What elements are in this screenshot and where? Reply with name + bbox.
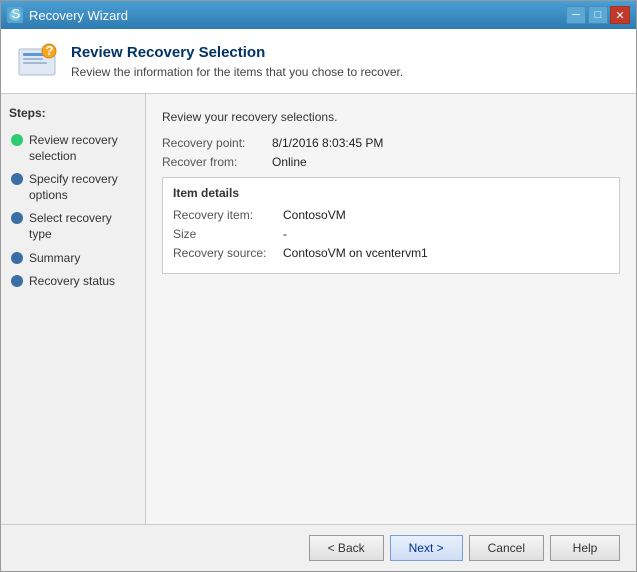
close-button[interactable]: ✕ bbox=[610, 6, 630, 24]
title-bar-left: S Recovery Wizard bbox=[7, 7, 128, 23]
wizard-header: ? Review Recovery Selection Review the i… bbox=[1, 29, 636, 94]
review-intro: Review your recovery selections. bbox=[162, 110, 620, 124]
step-review-recovery: Review recovery selection bbox=[9, 130, 137, 167]
header-icon: ? bbox=[17, 41, 57, 81]
step-label-status: Recovery status bbox=[29, 274, 115, 290]
header-subtitle: Review the information for the items tha… bbox=[71, 65, 403, 79]
app-icon: S bbox=[7, 7, 23, 23]
item-details-heading: Item details bbox=[173, 186, 609, 200]
title-bar: S Recovery Wizard ─ □ ✕ bbox=[1, 1, 636, 29]
step-label-specify: Specify recovery options bbox=[29, 172, 135, 203]
wizard-content: Steps: Review recovery selection Specify… bbox=[1, 94, 636, 524]
step-select-type: Select recovery type bbox=[9, 208, 137, 245]
recovery-item-value: ContosoVM bbox=[283, 208, 346, 222]
header-title: Review Recovery Selection bbox=[71, 44, 403, 61]
step-label-review: Review recovery selection bbox=[29, 133, 135, 164]
maximize-button[interactable]: □ bbox=[588, 6, 608, 24]
next-button[interactable]: Next > bbox=[390, 535, 463, 561]
recovery-source-value: ContosoVM on vcentervm1 bbox=[283, 246, 428, 260]
recovery-source-label: Recovery source: bbox=[173, 246, 283, 260]
help-button[interactable]: Help bbox=[550, 535, 620, 561]
step-label-type: Select recovery type bbox=[29, 211, 135, 242]
size-value: - bbox=[283, 227, 287, 241]
step-summary: Summary bbox=[9, 248, 137, 270]
recovery-wizard-window: S Recovery Wizard ─ □ ✕ ? Review Recover… bbox=[0, 0, 637, 572]
recover-from-value: Online bbox=[272, 155, 307, 169]
recovery-source-row: Recovery source: ContosoVM on vcentervm1 bbox=[173, 246, 609, 260]
step-dot-inactive-3 bbox=[11, 252, 23, 264]
recovery-item-label: Recovery item: bbox=[173, 208, 283, 222]
recover-from-label: Recover from: bbox=[162, 155, 272, 169]
recovery-point-value: 8/1/2016 8:03:45 PM bbox=[272, 136, 383, 150]
cancel-button[interactable]: Cancel bbox=[469, 535, 544, 561]
step-dot-inactive-2 bbox=[11, 212, 23, 224]
wizard-main: Review your recovery selections. Recover… bbox=[146, 94, 636, 524]
svg-text:S: S bbox=[12, 8, 21, 21]
step-recovery-status: Recovery status bbox=[9, 271, 137, 293]
size-row: Size - bbox=[173, 227, 609, 241]
recovery-point-label: Recovery point: bbox=[162, 136, 272, 150]
step-dot-active bbox=[11, 134, 23, 146]
item-details-box: Item details Recovery item: ContosoVM Si… bbox=[162, 177, 620, 274]
back-button[interactable]: < Back bbox=[309, 535, 384, 561]
recover-from-row: Recover from: Online bbox=[162, 155, 620, 169]
wizard-footer: < Back Next > Cancel Help bbox=[1, 524, 636, 571]
step-dot-inactive-1 bbox=[11, 173, 23, 185]
window-title: Recovery Wizard bbox=[29, 8, 128, 23]
minimize-button[interactable]: ─ bbox=[566, 6, 586, 24]
size-label: Size bbox=[173, 227, 283, 241]
steps-heading: Steps: bbox=[9, 106, 137, 120]
recovery-item-row: Recovery item: ContosoVM bbox=[173, 208, 609, 222]
title-bar-controls: ─ □ ✕ bbox=[566, 6, 630, 24]
step-specify-options: Specify recovery options bbox=[9, 169, 137, 206]
step-dot-inactive-4 bbox=[11, 275, 23, 287]
wizard-sidebar: Steps: Review recovery selection Specify… bbox=[1, 94, 146, 524]
svg-text:?: ? bbox=[46, 43, 54, 58]
header-text: Review Recovery Selection Review the inf… bbox=[71, 44, 403, 79]
recovery-point-row: Recovery point: 8/1/2016 8:03:45 PM bbox=[162, 136, 620, 150]
step-label-summary: Summary bbox=[29, 251, 80, 267]
